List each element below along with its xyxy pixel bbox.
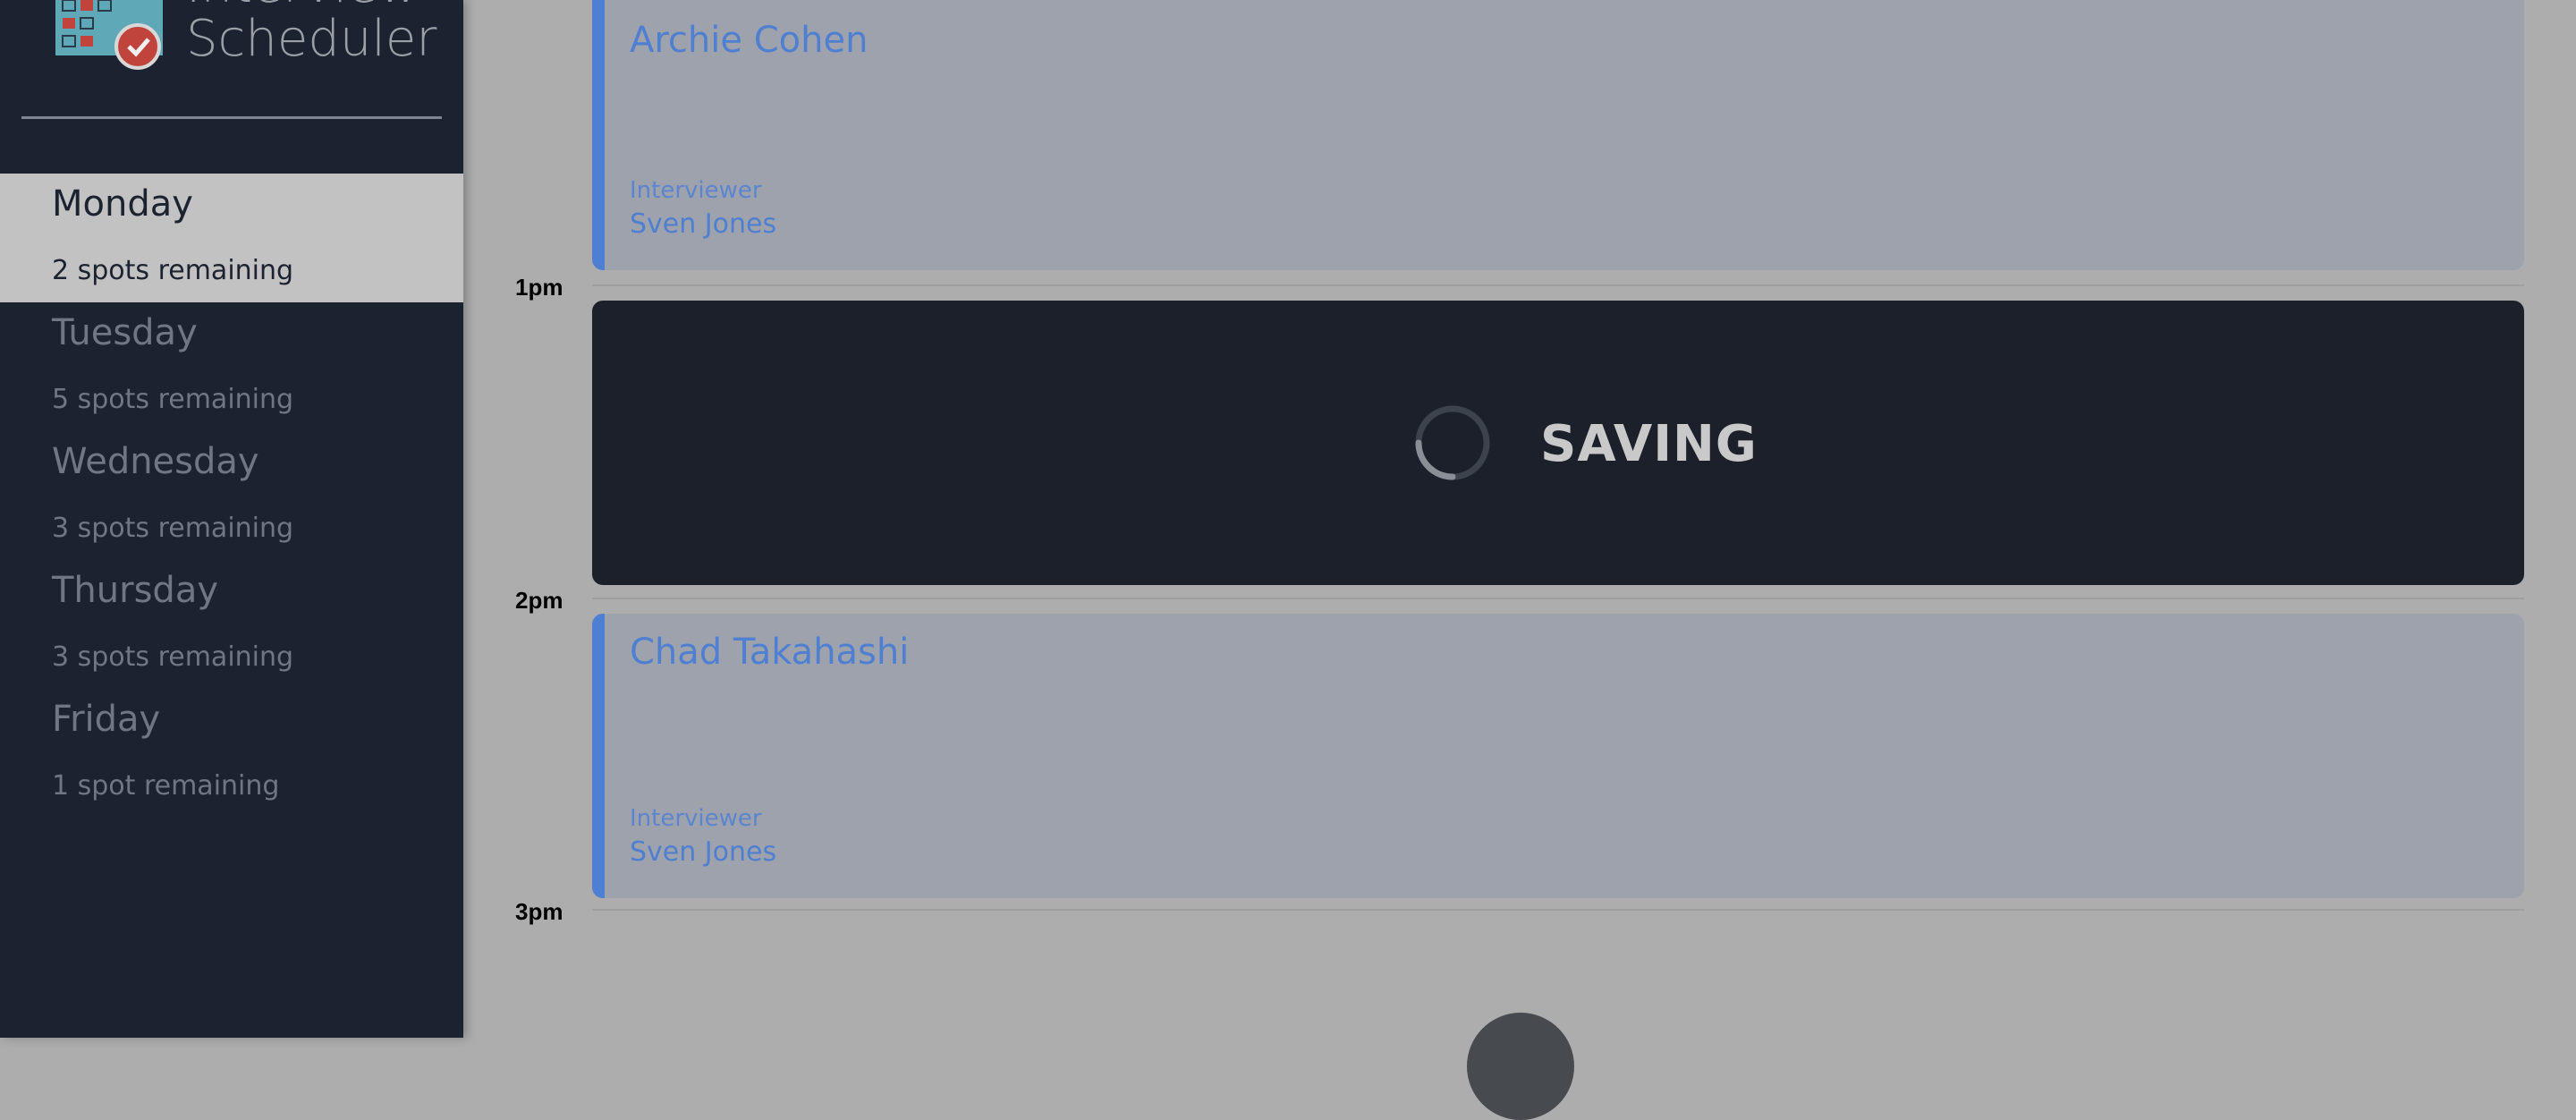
- interviewer-name: Sven Jones: [630, 836, 777, 868]
- time-divider: [592, 909, 2524, 911]
- day-spots: 2 spots remaining: [52, 255, 294, 286]
- day-name: Friday: [52, 699, 161, 740]
- add-icon[interactable]: [1467, 1013, 1574, 1120]
- day-spots: 5 spots remaining: [52, 384, 294, 415]
- calendar-logo-icon: [55, 0, 163, 70]
- spinner-icon: [1415, 405, 1490, 480]
- day-spots: 1 spot remaining: [52, 770, 280, 802]
- day-item-monday[interactable]: Monday 2 spots remaining: [0, 174, 463, 302]
- day-item-tuesday[interactable]: Tuesday 5 spots remaining: [0, 302, 463, 431]
- time-label-1pm: 1pm: [515, 274, 564, 301]
- time-divider: [592, 598, 2524, 599]
- appointment-card[interactable]: Archie Cohen Interviewer Sven Jones: [592, 0, 2524, 270]
- logo: Interview Scheduler: [52, 0, 436, 72]
- interviewer-label: Interviewer: [630, 805, 762, 832]
- day-spots: 3 spots remaining: [52, 641, 294, 673]
- day-item-thursday[interactable]: Thursday 3 spots remaining: [0, 560, 463, 689]
- time-label-2pm: 2pm: [515, 587, 564, 614]
- app-title: Interview Scheduler: [186, 0, 436, 66]
- day-name: Thursday: [52, 570, 218, 611]
- divider: [21, 116, 442, 119]
- time-divider: [592, 284, 2524, 286]
- day-spots: 3 spots remaining: [52, 513, 294, 544]
- day-name: Wednesday: [52, 441, 259, 482]
- student-name: Chad Takahashi: [630, 632, 910, 673]
- day-name: Monday: [52, 183, 193, 225]
- time-label-3pm: 3pm: [515, 898, 564, 925]
- saving-text: SAVING: [1540, 415, 1758, 473]
- appointment-card[interactable]: Chad Takahashi Interviewer Sven Jones: [592, 614, 2524, 898]
- interviewer-label: Interviewer: [630, 177, 762, 204]
- app-title-line2: Scheduler: [186, 10, 437, 68]
- day-list: Monday 2 spots remaining Tuesday 5 spots…: [0, 174, 463, 818]
- day-item-wednesday[interactable]: Wednesday 3 spots remaining: [0, 431, 463, 560]
- saving-status-card: SAVING: [592, 301, 2524, 585]
- student-name: Archie Cohen: [630, 20, 869, 61]
- day-name: Tuesday: [52, 312, 198, 353]
- sidebar: Interview Scheduler Monday 2 spots remai…: [0, 0, 463, 1038]
- interviewer-name: Sven Jones: [630, 208, 777, 240]
- day-item-friday[interactable]: Friday 1 spot remaining: [0, 689, 463, 818]
